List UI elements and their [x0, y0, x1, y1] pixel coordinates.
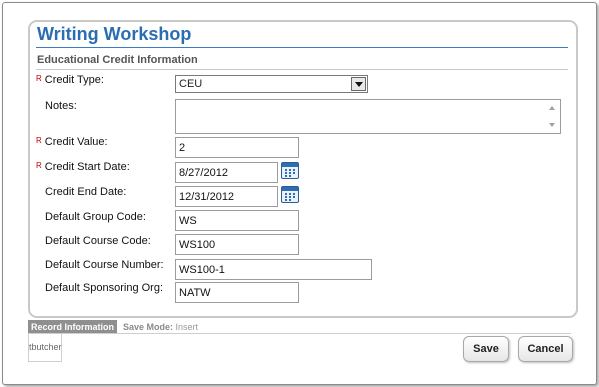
record-divider	[28, 333, 571, 334]
save-mode-value: Insert	[175, 322, 199, 332]
credit-value-label-text: Credit Value:	[44, 136, 108, 148]
page-title: Writing Workshop	[37, 24, 192, 44]
credit-type-select[interactable]: CEU	[175, 75, 368, 93]
credit-value-label: R Credit Value:	[36, 136, 108, 148]
default-course-number-input[interactable]: WS100-1	[175, 259, 372, 280]
required-marker: R	[36, 136, 42, 145]
calendar-icon[interactable]	[281, 186, 299, 203]
default-sponsoring-org-input[interactable]: NATW	[175, 282, 299, 303]
default-course-number-label: Default Course Number:	[45, 259, 164, 271]
form-card: Writing Workshop Educational Credit Info…	[28, 20, 578, 318]
calendar-icon[interactable]	[281, 162, 299, 179]
credit-type-label: R Credit Type:	[36, 74, 104, 86]
section-divider	[36, 69, 568, 70]
default-group-code-label: Default Group Code:	[45, 211, 146, 223]
credit-end-date-input[interactable]: 12/31/2012	[175, 186, 278, 207]
chevron-down-icon[interactable]	[351, 77, 366, 91]
credit-start-date-input[interactable]: 8/27/2012	[175, 162, 278, 183]
notes-label: Notes:	[45, 100, 77, 112]
credit-start-date-label-text: Credit Start Date:	[44, 161, 130, 173]
credit-type-label-text: Credit Type:	[44, 74, 104, 86]
save-button[interactable]: Save	[463, 336, 509, 362]
default-group-code-input[interactable]: WS	[175, 210, 299, 231]
default-course-code-input[interactable]: WS100	[175, 234, 299, 255]
notes-textarea[interactable]	[175, 99, 561, 134]
credit-end-date-label: Credit End Date:	[45, 186, 127, 198]
save-mode-label: Save Mode:	[123, 322, 174, 332]
credit-start-date-label: R Credit Start Date:	[36, 161, 130, 173]
credit-value-input[interactable]: 2	[175, 137, 299, 158]
section-header: Educational Credit Information	[37, 54, 198, 66]
default-course-code-label: Default Course Code:	[45, 235, 151, 247]
notes-scrollbar[interactable]	[545, 100, 560, 133]
record-information-tab[interactable]: Record Information	[28, 320, 118, 334]
required-marker: R	[36, 74, 42, 83]
cancel-button[interactable]: Cancel	[518, 336, 573, 362]
scroll-up-icon[interactable]	[549, 106, 555, 110]
credit-type-value: CEU	[179, 78, 203, 90]
default-sponsoring-org-label: Default Sponsoring Org:	[45, 282, 164, 294]
title-divider	[36, 47, 568, 48]
record-user: tbutcher	[28, 334, 62, 362]
scroll-down-icon[interactable]	[549, 123, 555, 127]
save-mode-status: Save Mode: Insert	[123, 322, 198, 332]
window-frame: Writing Workshop Educational Credit Info…	[2, 2, 597, 385]
required-marker: R	[36, 161, 42, 170]
